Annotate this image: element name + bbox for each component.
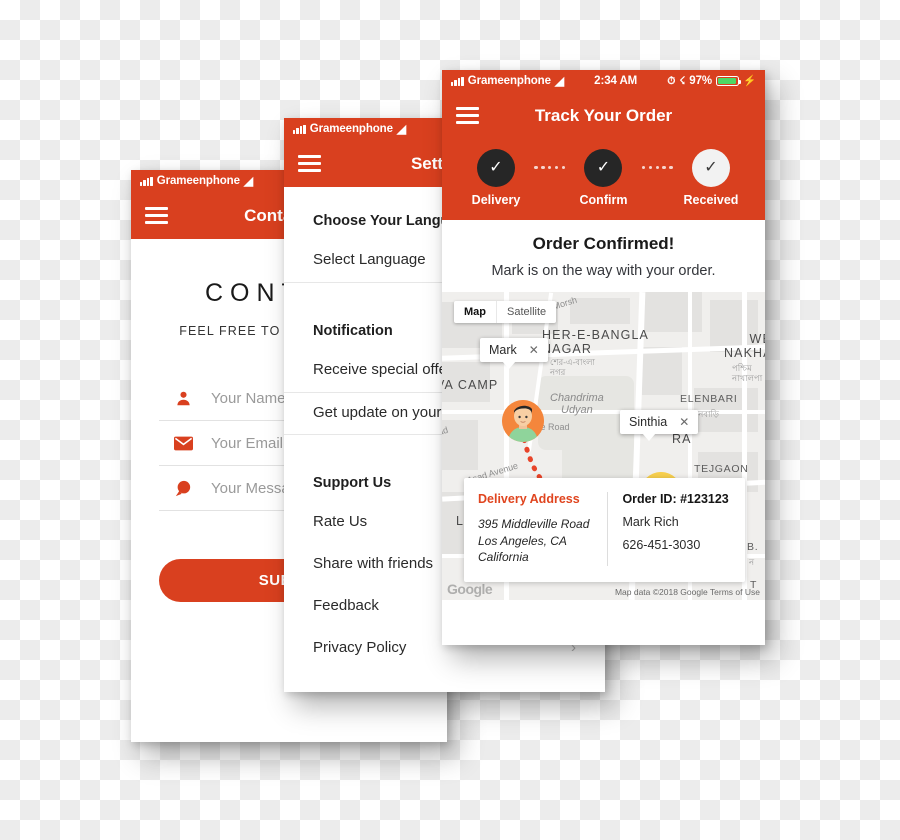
wifi-icon: ◢ bbox=[396, 122, 407, 136]
carrier-label: Grameenphone bbox=[156, 175, 240, 187]
hamburger-menu-icon[interactable] bbox=[145, 207, 168, 224]
courier-avatar[interactable] bbox=[502, 400, 544, 442]
status-left: Grameenphone ◢ bbox=[451, 75, 564, 87]
google-logo: Google bbox=[447, 581, 493, 597]
order-confirmed-block: Order Confirmed! Mark is on the way with… bbox=[442, 220, 765, 292]
carrier-label: Grameenphone bbox=[467, 75, 551, 87]
close-icon[interactable]: ✕ bbox=[529, 343, 539, 357]
delivery-address-heading: Delivery Address bbox=[478, 492, 580, 507]
chat-bubble-icon bbox=[173, 478, 193, 498]
step-label: Delivery bbox=[471, 193, 521, 207]
step-connector bbox=[641, 166, 673, 170]
signal-bars-icon bbox=[451, 76, 464, 86]
address-column: Delivery Address 395 Middleville Road Lo… bbox=[464, 492, 609, 566]
settings-row-label: Privacy Policy bbox=[313, 638, 407, 656]
signal-bars-icon bbox=[293, 124, 306, 134]
status-left: Grameenphone ◢ bbox=[140, 175, 253, 187]
map-attribution: Map data ©2018 Google Terms of Use bbox=[615, 587, 760, 597]
status-right: ⏱ ☇ 97% ⚡ bbox=[667, 75, 756, 87]
delivery-map[interactable]: Map Satellite ub Morsh HER-E-BANGLA NAGA… bbox=[442, 292, 765, 600]
customer-phone: 626-451-3030 bbox=[622, 538, 701, 553]
map-toggle-map[interactable]: Map bbox=[454, 301, 496, 323]
hamburger-menu-icon[interactable] bbox=[298, 155, 321, 172]
step-connector bbox=[534, 166, 566, 170]
step-confirm[interactable]: ✓ Confirm bbox=[567, 149, 639, 207]
order-column: Order ID: #123123 Mark Rich 626-451-3030 bbox=[608, 492, 745, 566]
charging-bolt-icon: ⚡ bbox=[743, 74, 756, 87]
mockup-stage: Grameenphone ◢ 2:34 AM ☇ 97% Contact Us … bbox=[0, 0, 900, 840]
delivery-address-card: Delivery Address 395 Middleville Road Lo… bbox=[464, 478, 745, 582]
order-id: Order ID: #123123 bbox=[622, 492, 729, 507]
field-name-placeholder: Your Name bbox=[211, 389, 286, 407]
field-email-placeholder: Your Email bbox=[211, 434, 283, 452]
step-delivery[interactable]: ✓ Delivery bbox=[460, 149, 532, 207]
address-line-3: California bbox=[478, 550, 529, 565]
address-line-2: Los Angeles, CA bbox=[478, 533, 567, 548]
settings-row-label: Feedback bbox=[313, 596, 379, 614]
address-line-1: 395 Middleville Road bbox=[478, 517, 590, 532]
step-label: Confirm bbox=[579, 193, 628, 207]
settings-row-label: Share with friends bbox=[313, 555, 434, 572]
marker-name: Sinthia bbox=[629, 415, 668, 429]
settings-row-label: Receive special offers bbox=[313, 360, 460, 378]
phone-track-order-screen: Grameenphone ◢ 2:34 AM ⏱ ☇ 97% ⚡ Track Y… bbox=[442, 70, 765, 645]
settings-row-label: Select Language bbox=[313, 251, 426, 268]
wifi-icon: ◢ bbox=[243, 174, 254, 188]
map-marker-card-mark[interactable]: Mark ✕ bbox=[480, 338, 548, 369]
customer-name: Mark Rich bbox=[622, 515, 679, 530]
person-icon bbox=[173, 388, 193, 408]
status-left: Grameenphone ◢ bbox=[293, 123, 406, 135]
navbar-track: Track Your Order bbox=[442, 92, 765, 139]
envelope-icon bbox=[173, 433, 193, 453]
marker-name: Mark bbox=[489, 343, 517, 357]
check-icon: ✓ bbox=[584, 149, 623, 187]
check-icon: ✓ bbox=[477, 149, 515, 187]
status-time: 2:34 AM bbox=[594, 75, 638, 87]
map-type-toggle[interactable]: Map Satellite bbox=[454, 301, 557, 323]
battery-percent: 97% bbox=[689, 75, 713, 87]
terms-of-use-link[interactable]: Terms of Use bbox=[710, 587, 760, 597]
carrier-label: Grameenphone bbox=[309, 123, 393, 135]
battery-icon bbox=[716, 75, 742, 87]
order-confirmed-subtitle: Mark is on the way with your order. bbox=[491, 263, 716, 279]
map-data-credit: Map data ©2018 Google bbox=[614, 587, 708, 597]
hamburger-menu-icon[interactable] bbox=[456, 107, 479, 124]
wifi-icon: ◢ bbox=[554, 74, 565, 88]
check-icon: ✓ bbox=[691, 149, 730, 187]
map-toggle-satellite[interactable]: Satellite bbox=[496, 301, 556, 323]
step-received[interactable]: ✓ Received bbox=[675, 149, 747, 207]
settings-row-label: Rate Us bbox=[313, 513, 368, 531]
order-progress-stepper: ✓ Delivery ✓ Confirm ✓ Received bbox=[442, 139, 765, 220]
address-lines: 395 Middleville Road Los Angeles, CA Cal… bbox=[478, 516, 599, 566]
order-confirmed-title: Order Confirmed! bbox=[532, 234, 675, 253]
map-marker-card-sinthia[interactable]: Sinthia ✕ bbox=[620, 410, 699, 441]
bluetooth-icon: ☇ bbox=[679, 74, 686, 87]
alarm-icon: ⏱ bbox=[667, 74, 676, 87]
close-icon[interactable]: ✕ bbox=[679, 415, 689, 429]
page-title-track: Track Your Order bbox=[534, 105, 673, 125]
step-label: Received bbox=[683, 193, 739, 207]
status-bar-track: Grameenphone ◢ 2:34 AM ⏱ ☇ 97% ⚡ bbox=[442, 70, 765, 92]
signal-bars-icon bbox=[140, 176, 153, 186]
